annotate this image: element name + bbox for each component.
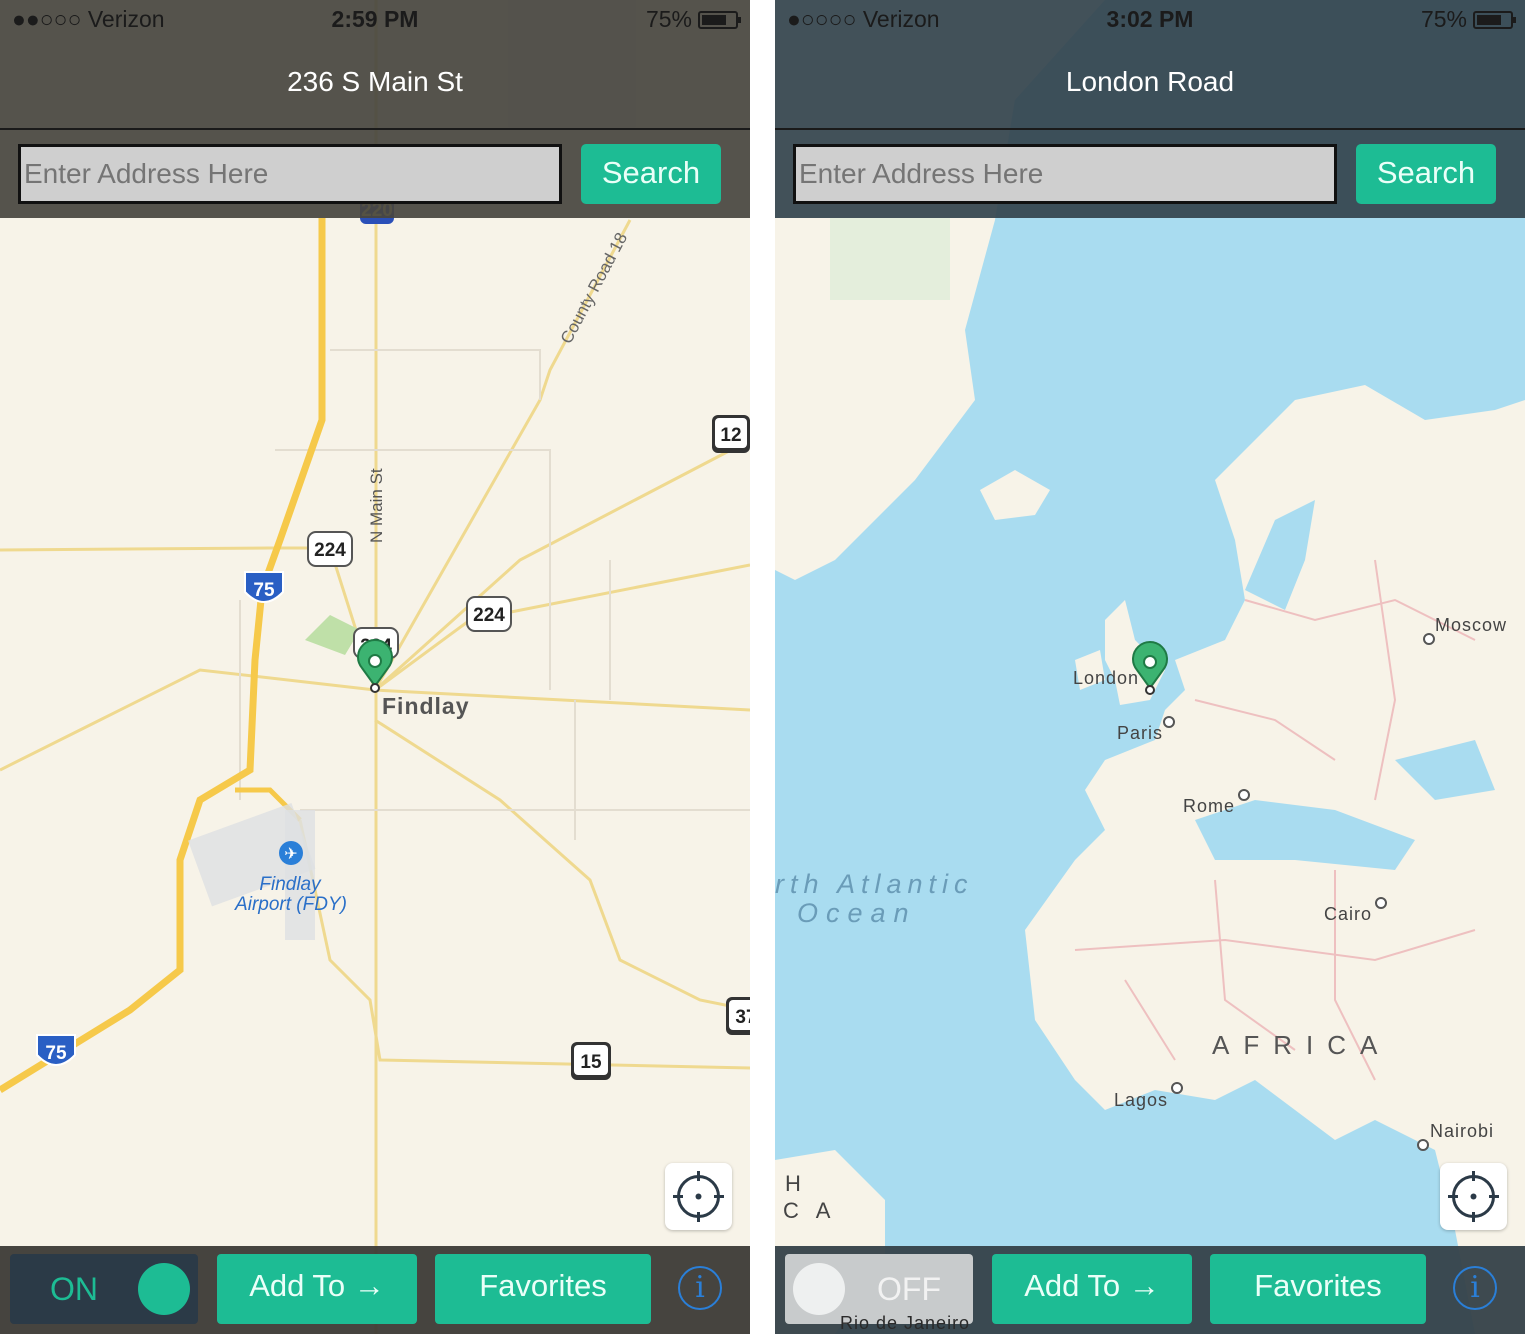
- crosshair-icon: [1448, 1171, 1499, 1222]
- clock: 3:02 PM: [1106, 6, 1194, 32]
- ocean-label-2: Ocean: [797, 898, 917, 928]
- svg-text:224: 224: [473, 605, 505, 626]
- header: ●○○○○ Verizon 3:02 PM 75% London Road: [775, 0, 1525, 129]
- route-shield-15: 15: [571, 1042, 611, 1080]
- svg-text:15: 15: [580, 1052, 602, 1073]
- address-input[interactable]: [18, 144, 562, 204]
- current-location-button[interactable]: [665, 1163, 732, 1230]
- header: ●●○○○ Verizon 2:59 PM 75% 236 S Main St: [0, 0, 750, 129]
- city-label-rio: Rio de Janeiro: [840, 1313, 971, 1333]
- continent-label-sa: H: [785, 1171, 801, 1196]
- svg-text:37: 37: [735, 1007, 750, 1028]
- status-bar: ●●○○○ Verizon 2:59 PM 75%: [12, 6, 741, 36]
- current-location-button[interactable]: [1440, 1163, 1507, 1230]
- city-label-london: London: [1073, 668, 1139, 688]
- favorites-button[interactable]: Favorites: [435, 1254, 651, 1324]
- street-label: N Main St: [367, 468, 386, 543]
- add-to-button[interactable]: Add To →: [992, 1254, 1192, 1324]
- svg-text:75: 75: [45, 1043, 67, 1064]
- phone-screen-london: London Paris Rome Moscow Cairo Lagos Nai…: [775, 0, 1525, 1334]
- address-input[interactable]: [793, 144, 1337, 204]
- route-shield-224: 224: [466, 596, 512, 632]
- battery-percent: 75%: [1420, 6, 1467, 32]
- city-label-nairobi: Nairobi: [1430, 1121, 1494, 1141]
- airport-label-2: Airport (FDY): [234, 894, 347, 915]
- interstate-shield-75: 75: [36, 1034, 76, 1066]
- continent-label-sa-2: C A: [783, 1198, 836, 1223]
- search-bar: Search: [0, 130, 750, 218]
- route-shield-12: 12: [712, 415, 750, 453]
- clock: 2:59 PM: [331, 6, 419, 32]
- interstate-shield-75: 75: [244, 571, 284, 603]
- city-label-paris: Paris: [1117, 723, 1163, 743]
- search-button[interactable]: Search: [581, 144, 721, 204]
- bottom-toolbar: ON Add To → Favorites i: [0, 1246, 750, 1334]
- route-shield-224: 224: [307, 531, 353, 567]
- favorites-button[interactable]: Favorites: [1210, 1254, 1426, 1324]
- phone-screen-findlay: 220 12 224 75 224 224 75 15 37 N Main St…: [0, 0, 750, 1334]
- city-label-cairo: Cairo: [1324, 904, 1372, 924]
- battery-icon: [698, 10, 741, 29]
- continent-label: AFRICA: [1212, 1030, 1391, 1060]
- tracking-toggle[interactable]: ON: [10, 1254, 198, 1324]
- city-label-lagos: Lagos: [1114, 1090, 1168, 1110]
- page-title: 236 S Main St: [287, 66, 463, 97]
- city-label-findlay: Findlay: [382, 693, 470, 719]
- toggle-knob: [793, 1263, 845, 1315]
- route-shield-37: 37: [726, 997, 750, 1035]
- info-icon[interactable]: i: [678, 1266, 722, 1310]
- svg-text:✈: ✈: [284, 846, 297, 863]
- airport-label: Findlay: [259, 874, 322, 895]
- battery-percent: 75%: [645, 6, 692, 32]
- location-pin-icon[interactable]: [357, 639, 393, 693]
- county-road-label: County Road 18: [557, 229, 631, 346]
- city-label-moscow: Moscow: [1435, 615, 1507, 635]
- crosshair-icon: [673, 1171, 724, 1222]
- svg-text:75: 75: [253, 580, 275, 601]
- svg-text:12: 12: [720, 425, 741, 446]
- toggle-knob: [138, 1263, 190, 1315]
- city-label-rome: Rome: [1183, 796, 1235, 816]
- svg-text:224: 224: [314, 540, 346, 561]
- search-button[interactable]: Search: [1356, 144, 1496, 204]
- status-bar: ●○○○○ Verizon 3:02 PM 75%: [787, 6, 1516, 36]
- info-icon[interactable]: i: [1453, 1266, 1497, 1310]
- add-to-button[interactable]: Add To →: [217, 1254, 417, 1324]
- ocean-label: rth Atlantic: [775, 869, 974, 899]
- toggle-label: ON: [50, 1271, 98, 1307]
- battery-icon: [1473, 10, 1516, 29]
- page-title: London Road: [1065, 66, 1235, 97]
- search-bar: Search: [775, 130, 1525, 218]
